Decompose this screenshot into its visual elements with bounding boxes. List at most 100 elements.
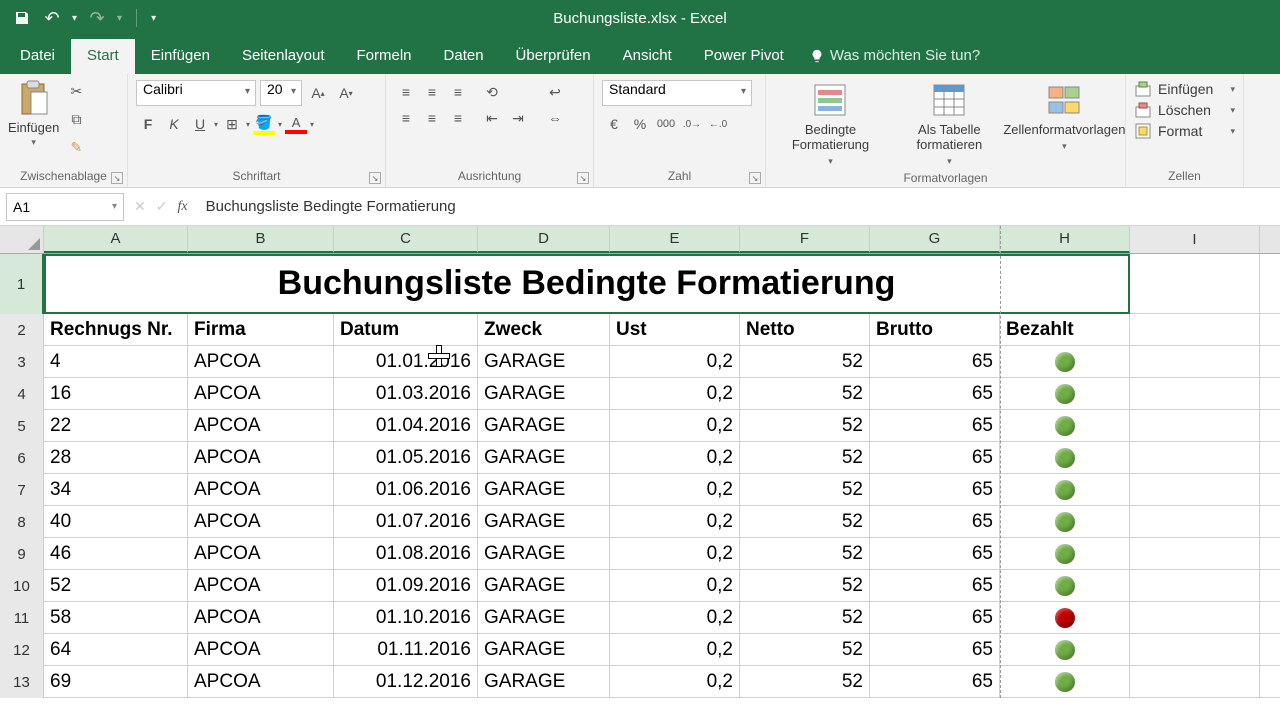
fx-icon[interactable]: fx — [177, 199, 187, 215]
copy-icon[interactable]: ⧉ — [65, 108, 87, 130]
row-header[interactable]: 9 — [0, 538, 44, 570]
cell[interactable] — [1130, 474, 1260, 505]
cell[interactable]: 01.01.2016 — [334, 346, 478, 377]
cell[interactable]: 65 — [870, 442, 1000, 473]
cell[interactable]: APCOA — [188, 442, 334, 473]
row-header[interactable]: 8 — [0, 506, 44, 538]
align-bottom-icon[interactable]: ≡ — [446, 80, 470, 104]
column-header[interactable]: F — [740, 226, 870, 253]
header-cell[interactable]: Rechnugs Nr. — [44, 314, 188, 345]
qat-customize-icon[interactable]: ▾ — [151, 13, 156, 24]
cell[interactable]: 0,2 — [610, 506, 740, 537]
tab-seitenlayout[interactable]: Seitenlayout — [226, 39, 341, 74]
cell-styles-button[interactable]: Zellenformatvorlagen ▾ — [1012, 80, 1117, 154]
align-left-icon[interactable]: ≡ — [394, 106, 418, 130]
cell[interactable]: 0,2 — [610, 666, 740, 697]
paid-status-cell[interactable] — [1000, 346, 1130, 377]
cell[interactable]: 34 — [44, 474, 188, 505]
cell[interactable]: 65 — [870, 666, 1000, 697]
cell[interactable] — [1130, 506, 1260, 537]
cell[interactable]: 0,2 — [610, 634, 740, 665]
row-header[interactable]: 12 — [0, 634, 44, 666]
cell[interactable]: APCOA — [188, 506, 334, 537]
format-as-table-button[interactable]: Als Tabelle formatieren ▾ — [893, 80, 1006, 169]
cell[interactable]: 65 — [870, 634, 1000, 665]
tab-file[interactable]: Datei — [4, 39, 71, 74]
cell[interactable]: 52 — [740, 538, 870, 569]
cell[interactable]: APCOA — [188, 634, 334, 665]
cell[interactable]: 58 — [44, 602, 188, 633]
cell[interactable]: GARAGE — [478, 506, 610, 537]
tab-überprüfen[interactable]: Überprüfen — [500, 39, 607, 74]
cell[interactable]: 65 — [870, 506, 1000, 537]
cell[interactable]: 28 — [44, 442, 188, 473]
orientation-icon[interactable]: ⟲ — [480, 80, 504, 104]
undo-dropdown-icon[interactable]: ▾ — [72, 13, 77, 24]
header-cell[interactable]: Netto — [740, 314, 870, 345]
cell[interactable]: 64 — [44, 634, 188, 665]
cell[interactable]: GARAGE — [478, 442, 610, 473]
clipboard-dialog-launcher-icon[interactable]: ↘ — [111, 172, 123, 184]
cell[interactable]: 52 — [44, 570, 188, 601]
decrease-decimal-icon[interactable]: ←.0 — [706, 112, 730, 136]
tab-daten[interactable]: Daten — [428, 39, 500, 74]
cell[interactable]: 65 — [870, 410, 1000, 441]
cell[interactable]: 01.11.2016 — [334, 634, 478, 665]
cell[interactable] — [1130, 410, 1260, 441]
number-dialog-launcher-icon[interactable]: ↘ — [749, 172, 761, 184]
cell[interactable] — [1130, 602, 1260, 633]
paid-status-cell[interactable] — [1000, 634, 1130, 665]
row-header[interactable]: 7 — [0, 474, 44, 506]
align-middle-icon[interactable]: ≡ — [420, 80, 444, 104]
cell[interactable] — [1130, 314, 1260, 345]
cell[interactable]: 52 — [740, 634, 870, 665]
header-cell[interactable]: Datum — [334, 314, 478, 345]
cell[interactable]: 01.05.2016 — [334, 442, 478, 473]
cell[interactable]: 65 — [870, 378, 1000, 409]
worksheet-grid[interactable]: ABCDEFGHI 1Buchungsliste Bedingte Format… — [0, 226, 1280, 698]
cell[interactable]: APCOA — [188, 602, 334, 633]
wrap-text-icon[interactable]: ↩ — [540, 80, 570, 104]
font-color-icon[interactable]: A — [284, 112, 308, 136]
font-size-select[interactable]: 20 — [260, 80, 302, 106]
paste-dropdown-icon[interactable]: ▾ — [31, 137, 36, 148]
paid-status-cell[interactable] — [1000, 666, 1130, 697]
cell[interactable]: 01.03.2016 — [334, 378, 478, 409]
cell[interactable]: GARAGE — [478, 634, 610, 665]
cell[interactable] — [1130, 254, 1260, 313]
tell-me-search[interactable]: Was möchten Sie tun? — [810, 39, 980, 74]
cell[interactable]: 52 — [740, 474, 870, 505]
cell[interactable]: GARAGE — [478, 602, 610, 633]
accounting-format-icon[interactable]: € — [602, 112, 626, 136]
row-header[interactable]: 4 — [0, 378, 44, 410]
font-dialog-launcher-icon[interactable]: ↘ — [369, 172, 381, 184]
tab-power pivot[interactable]: Power Pivot — [688, 39, 800, 74]
row-header[interactable]: 1 — [0, 254, 44, 314]
cell[interactable] — [1130, 538, 1260, 569]
cell[interactable]: 0,2 — [610, 378, 740, 409]
alignment-dialog-launcher-icon[interactable]: ↘ — [577, 172, 589, 184]
cell[interactable]: APCOA — [188, 378, 334, 409]
fill-color-icon[interactable]: 🪣 — [252, 112, 276, 136]
cell[interactable]: 46 — [44, 538, 188, 569]
cell[interactable]: 52 — [740, 602, 870, 633]
cell[interactable]: 65 — [870, 346, 1000, 377]
cut-icon[interactable]: ✂ — [65, 80, 87, 102]
name-box[interactable]: A1 — [6, 193, 124, 221]
cell[interactable]: 52 — [740, 442, 870, 473]
cell[interactable]: 65 — [870, 570, 1000, 601]
align-top-icon[interactable]: ≡ — [394, 80, 418, 104]
paid-status-cell[interactable] — [1000, 378, 1130, 409]
cancel-formula-icon[interactable]: ✕ — [134, 198, 146, 215]
cell[interactable]: 22 — [44, 410, 188, 441]
tab-formeln[interactable]: Formeln — [341, 39, 428, 74]
title-cell[interactable]: Buchungsliste Bedingte Formatierung — [44, 254, 1130, 313]
cell[interactable]: 01.12.2016 — [334, 666, 478, 697]
cell[interactable]: 52 — [740, 666, 870, 697]
column-header[interactable]: A — [44, 226, 188, 253]
cell[interactable] — [1130, 346, 1260, 377]
header-cell[interactable]: Brutto — [870, 314, 1000, 345]
format-painter-icon[interactable]: ✎ — [65, 136, 87, 158]
cell[interactable]: GARAGE — [478, 410, 610, 441]
cell[interactable]: APCOA — [188, 346, 334, 377]
